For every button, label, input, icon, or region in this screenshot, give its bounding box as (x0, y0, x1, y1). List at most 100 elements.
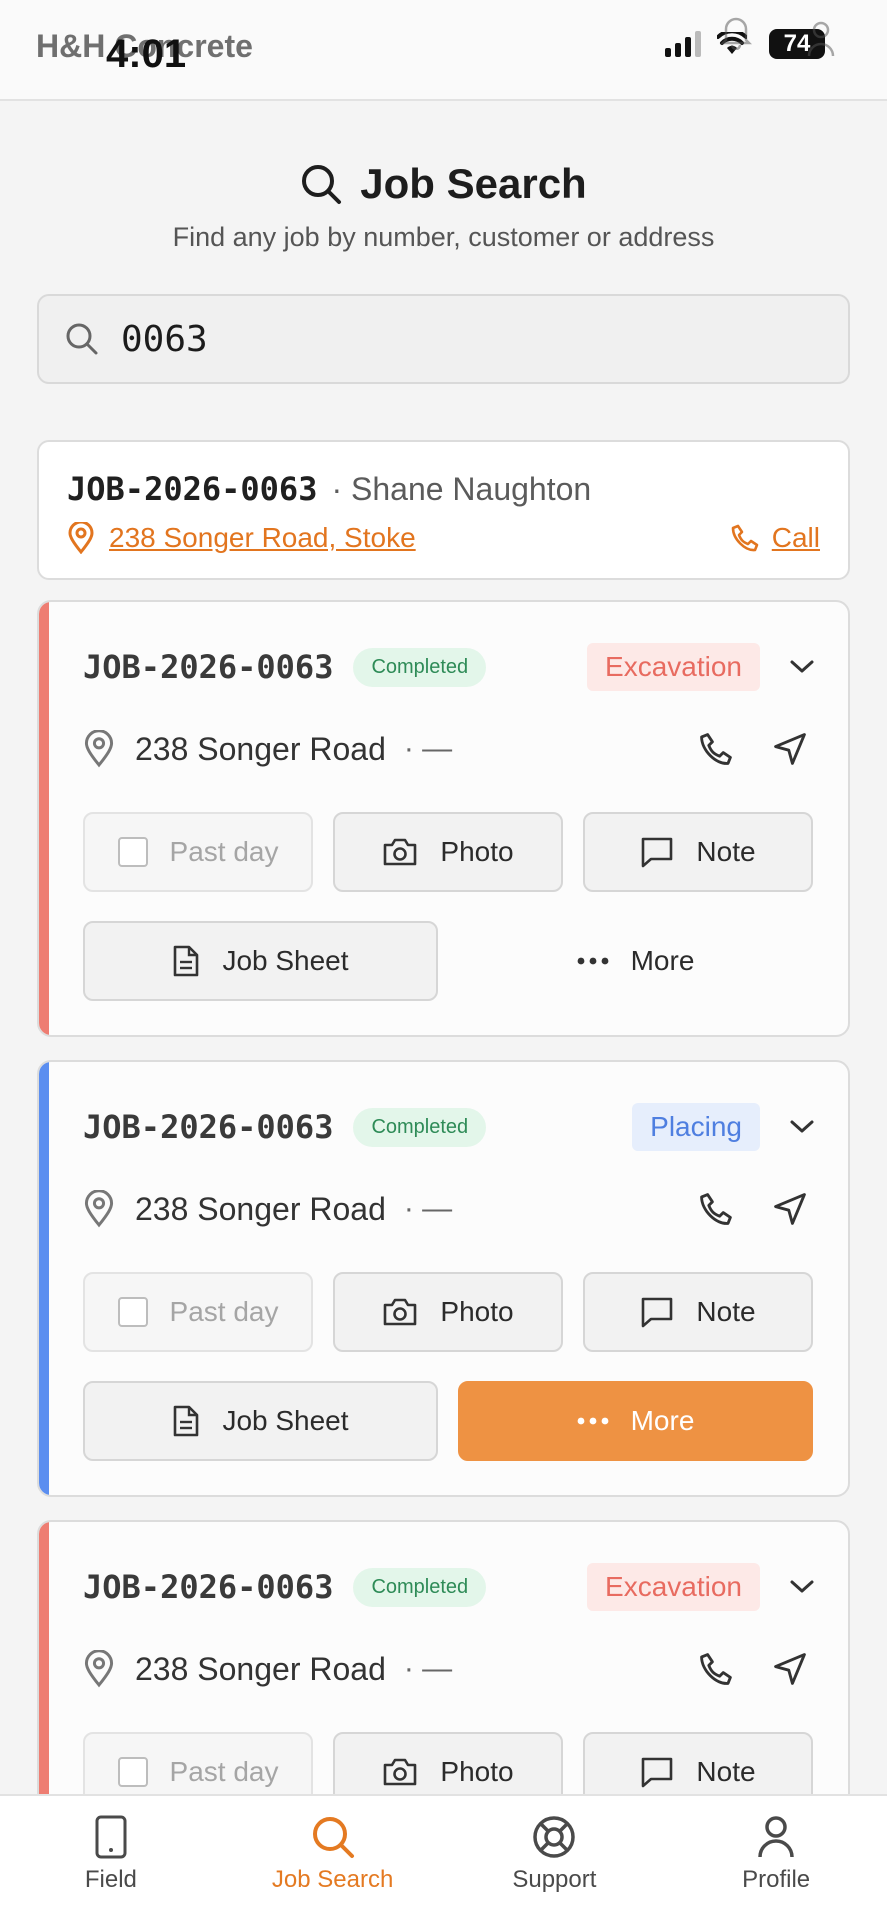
job-sheet-label: Job Sheet (222, 945, 349, 976)
checkbox-icon[interactable] (117, 1297, 148, 1327)
signal-icon (665, 31, 701, 57)
photo-button[interactable]: Photo (333, 812, 563, 892)
navigate-icon[interactable] (772, 1651, 808, 1687)
navigate-icon[interactable] (772, 1191, 808, 1227)
status-badge: Completed (353, 647, 487, 687)
message-icon (642, 1297, 673, 1328)
user-icon (758, 1816, 794, 1858)
phase-badge: Placing (632, 1103, 760, 1151)
document-icon (174, 1405, 199, 1437)
job-number: JOB-2026-0063 (83, 648, 334, 686)
job-sheet-button[interactable]: Job Sheet (83, 921, 438, 1001)
call-button[interactable]: Call (730, 522, 820, 554)
map-pin-icon (84, 730, 114, 768)
status-icons: 74 (665, 17, 835, 60)
past-day-label: Past day (169, 1756, 279, 1787)
note-button[interactable]: Note (583, 1272, 813, 1352)
nav-support[interactable]: Support (444, 1796, 666, 1920)
summary-job-number: JOB-2026-0063 (67, 470, 318, 508)
top-bar: H&H Concrete 4:01 74 (0, 0, 887, 101)
more-dots-icon (577, 957, 608, 965)
profile-status-icon[interactable] (807, 20, 835, 60)
phone-icon[interactable] (698, 1191, 734, 1227)
search-input[interactable]: 0063 (37, 294, 850, 384)
chevron-down-icon[interactable] (786, 651, 818, 683)
photo-button[interactable]: Photo (333, 1272, 563, 1352)
status-badge: Completed (353, 1107, 487, 1147)
past-day-checkbox[interactable]: Past day (83, 812, 313, 892)
note-button[interactable]: Note (583, 812, 813, 892)
checkbox-icon[interactable] (117, 1757, 148, 1787)
status-badge: Completed (353, 1567, 487, 1607)
phase-badge: Excavation (587, 1563, 760, 1611)
more-button[interactable]: More (458, 1381, 813, 1461)
map-pin-icon (68, 522, 94, 554)
job-card[interactable]: JOB-2026-0063 Completed Excavation 238 S… (37, 600, 850, 1037)
job-card[interactable]: JOB-2026-0063 Completed Excavation 238 S… (37, 1520, 850, 1820)
nav-job-search[interactable]: Job Search (222, 1796, 444, 1920)
bottom-nav: Field Job Search Support Profile (0, 1794, 887, 1920)
message-icon (642, 1757, 673, 1788)
chevron-down-icon[interactable] (786, 1111, 818, 1143)
camera-icon (384, 1298, 417, 1326)
job-sheet-button[interactable]: Job Sheet (83, 1381, 438, 1461)
more-label: More (630, 1405, 695, 1436)
job-summary-card[interactable]: JOB-2026-0063 · Shane Naughton 238 Songe… (37, 440, 850, 580)
map-pin-icon (84, 1190, 114, 1228)
lifebuoy-icon (533, 1816, 576, 1858)
phone-icon[interactable] (698, 731, 734, 767)
message-icon (642, 837, 673, 868)
phase-stripe (39, 1522, 49, 1818)
job-sheet-label: Job Sheet (222, 1405, 349, 1436)
job-address-extra: · — (403, 1192, 453, 1225)
job-address: 238 Songer Road (135, 1190, 386, 1227)
page-header: Job Search (0, 160, 887, 208)
note-label: Note (696, 1756, 756, 1787)
note-label: Note (696, 1296, 756, 1327)
checkbox-icon[interactable] (117, 837, 148, 867)
phase-stripe (39, 602, 49, 1035)
more-label: More (630, 945, 695, 976)
search-icon (66, 323, 98, 355)
more-dots-icon (577, 1417, 608, 1425)
phone-icon[interactable] (698, 1651, 734, 1687)
job-address: 238 Songer Road (135, 730, 386, 767)
chevron-down-icon[interactable] (786, 1571, 818, 1603)
search-value[interactable]: 0063 (121, 319, 208, 360)
search-icon (312, 1817, 354, 1858)
camera-icon (384, 838, 417, 866)
job-address-extra: · — (403, 1652, 453, 1685)
more-button[interactable]: More (458, 921, 813, 1001)
phase-stripe (39, 1062, 49, 1495)
map-pin-icon (84, 1650, 114, 1688)
phase-badge: Excavation (587, 643, 760, 691)
navigate-icon[interactable] (772, 731, 808, 767)
nav-field[interactable]: Field (0, 1796, 222, 1920)
past-day-checkbox[interactable]: Past day (83, 1272, 313, 1352)
nav-profile[interactable]: Profile (665, 1796, 887, 1920)
nav-job-search-label: Job Search (271, 1866, 394, 1893)
nav-support-label: Support (512, 1866, 597, 1893)
job-number: JOB-2026-0063 (83, 1568, 334, 1606)
page-title: Job Search (360, 160, 587, 207)
note-label: Note (696, 836, 756, 867)
search-icon (302, 165, 342, 204)
job-address: 238 Songer Road (135, 1650, 386, 1687)
summary-customer: · Shane Naughton (331, 471, 592, 507)
photo-label: Photo (440, 1756, 514, 1787)
past-day-label: Past day (169, 1296, 279, 1327)
page-subtitle: Find any job by number, customer or addr… (172, 222, 715, 252)
notification-bell-icon[interactable] (719, 14, 753, 50)
job-card[interactable]: JOB-2026-0063 Completed Placing 238 Song… (37, 1060, 850, 1497)
phone-device-icon (95, 1815, 127, 1859)
call-label[interactable]: Call (772, 522, 820, 554)
job-number: JOB-2026-0063 (83, 1108, 334, 1146)
photo-label: Photo (440, 1296, 514, 1327)
phone-icon (731, 524, 759, 552)
job-address-extra: · — (403, 732, 453, 765)
document-icon (174, 945, 199, 977)
summary-address-link[interactable]: 238 Songer Road, Stoke (109, 522, 416, 554)
nav-profile-label: Profile (742, 1866, 811, 1893)
camera-icon (384, 1758, 417, 1786)
status-time: 4:01 (106, 32, 187, 76)
